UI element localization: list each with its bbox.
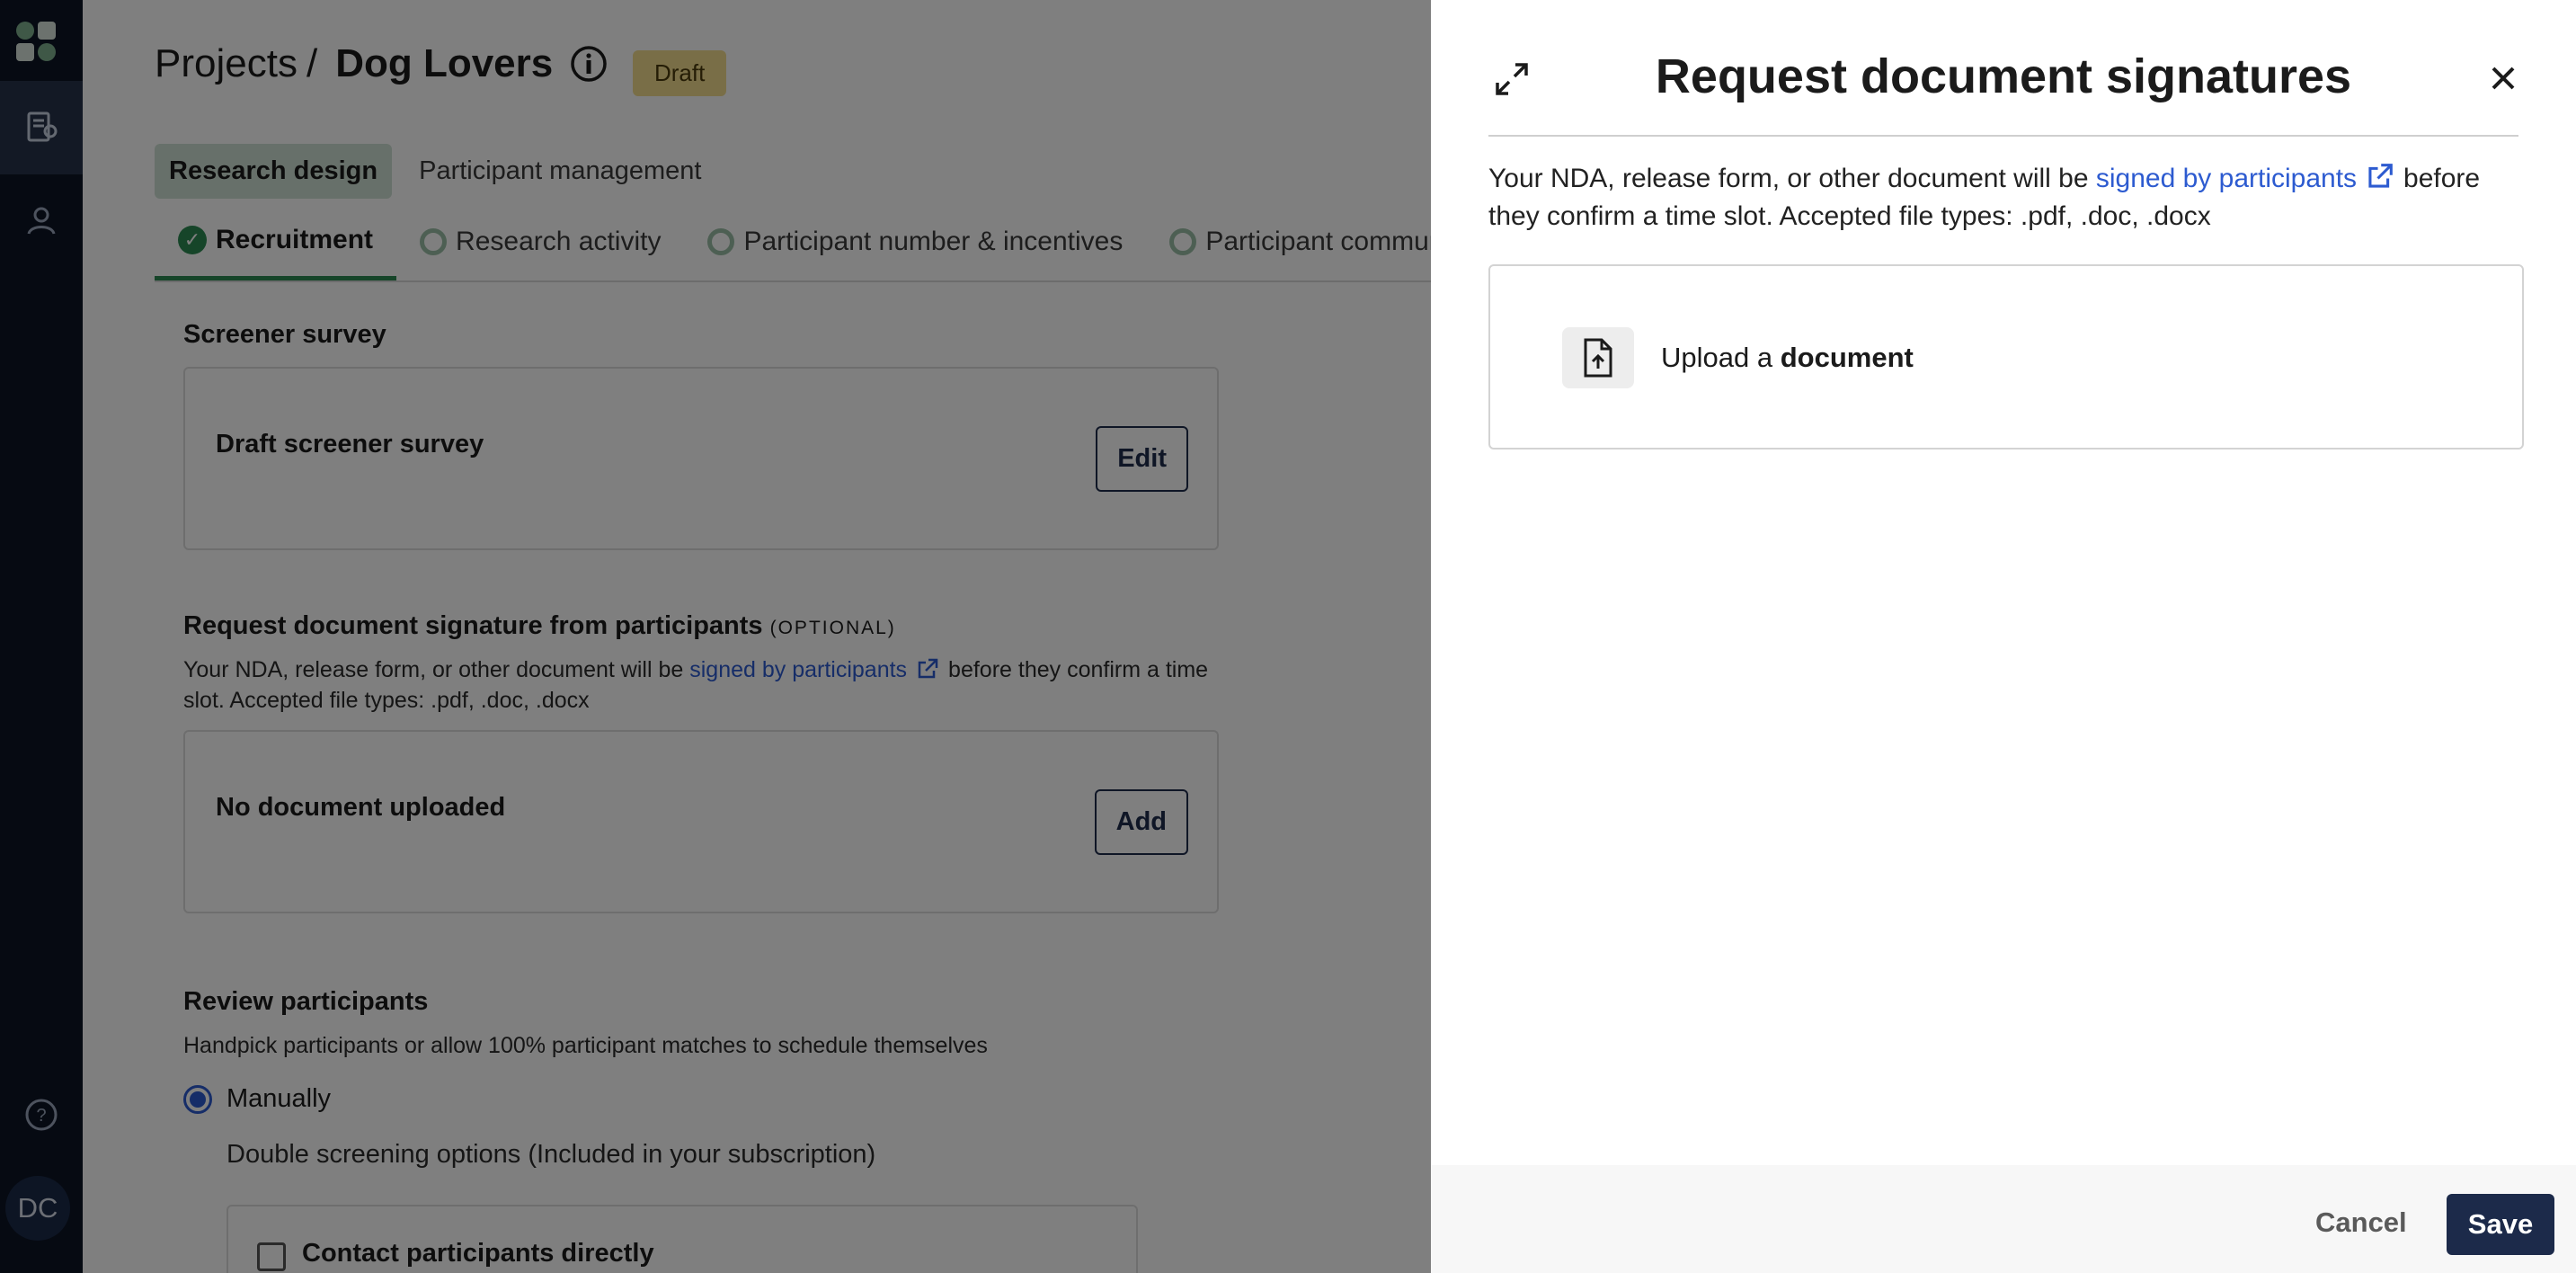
save-button[interactable]: Save (2447, 1194, 2554, 1255)
request-signatures-panel: Request document signatures Your NDA, re… (1431, 0, 2576, 1273)
panel-title: Request document signatures (1655, 49, 2352, 103)
panel-desc: Your NDA, release form, or other documen… (1488, 160, 2522, 236)
upload-prefix: Upload a (1661, 342, 1773, 373)
upload-document-dropzone[interactable]: Upload a document (1488, 264, 2524, 450)
file-upload-icon (1562, 327, 1634, 388)
upload-bold: document (1780, 342, 1914, 373)
panel-footer: Cancel Save (1431, 1165, 2576, 1273)
upload-label[interactable]: Upload a document (1661, 342, 1914, 374)
close-icon[interactable] (2488, 63, 2518, 93)
cancel-button[interactable]: Cancel (2315, 1206, 2407, 1239)
external-link-icon[interactable] (2366, 162, 2394, 191)
desc-text: Your NDA, release form, or other documen… (1488, 164, 2089, 193)
signed-by-participants-link[interactable]: signed by participants (2096, 164, 2357, 193)
panel-divider (1488, 135, 2518, 137)
modal-backdrop[interactable] (0, 0, 1431, 1273)
